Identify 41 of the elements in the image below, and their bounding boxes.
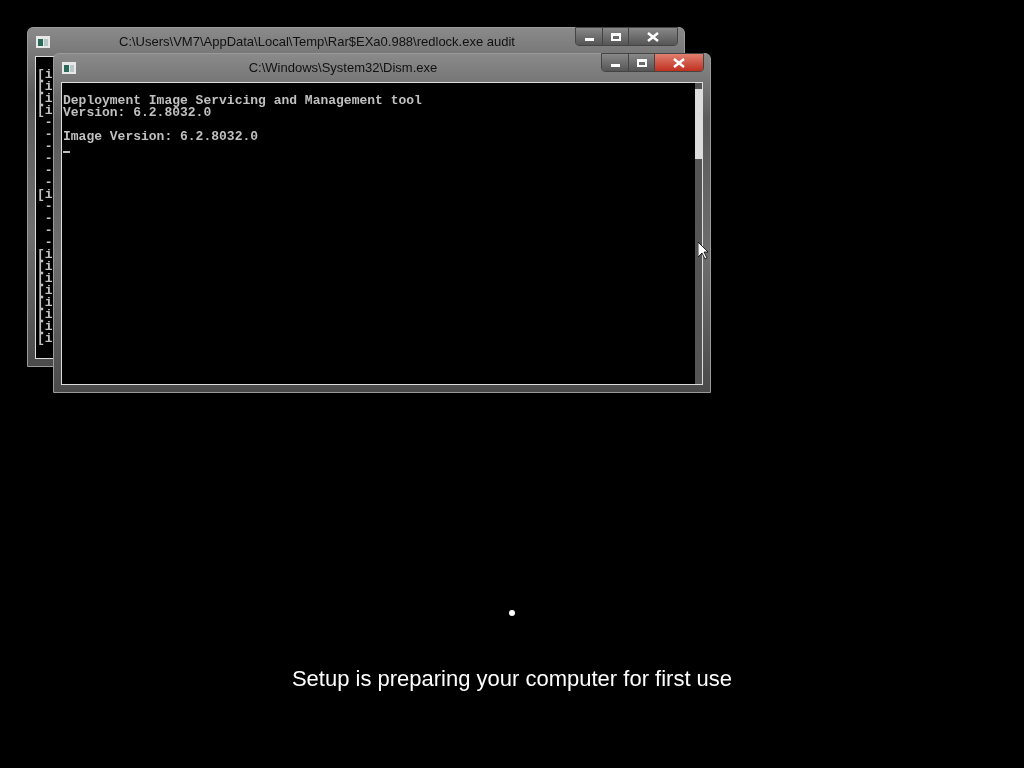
console-line: - [43, 153, 53, 165]
console-line: [i [37, 273, 53, 285]
console-line: [i [37, 261, 53, 273]
console-app-icon [36, 36, 50, 48]
maximize-button[interactable] [603, 28, 629, 45]
minimize-button[interactable] [602, 54, 629, 71]
close-icon[interactable] [673, 57, 685, 68]
maximize-button[interactable] [629, 54, 655, 71]
setup-message: Setup is preparing your computer for first use [291, 665, 733, 693]
console-line: [i [37, 93, 53, 105]
console-line: - [44, 237, 53, 249]
console-line: Image Version: 6.2.8032.0 [63, 131, 259, 143]
console-line: [i [37, 321, 53, 333]
console-line: [i [37, 297, 53, 309]
console-line: - [44, 117, 53, 129]
text-cursor [63, 151, 70, 153]
console-line: Version: 6.2.8032.0 [63, 107, 212, 119]
console-line: Deployment Image Servicing and Management tool [63, 95, 422, 107]
console-line: - [44, 177, 53, 189]
window-title: C:\Windows\System32\Dism.exe [248, 59, 438, 78]
scrollbar[interactable] [695, 83, 702, 384]
window-title: C:\Users\VM7\AppData\Local\Temp\Rar$EXa0.988\redlock.exe audit [119, 33, 515, 52]
minimize-button[interactable] [576, 28, 603, 45]
close-icon[interactable] [647, 31, 659, 42]
close-button[interactable] [655, 54, 703, 71]
console-line: - [43, 129, 53, 141]
close-button[interactable] [629, 28, 677, 45]
console-line: [i [37, 69, 53, 81]
console-line: [i [37, 333, 53, 345]
console-line: [i [37, 189, 53, 201]
console-line: [i [37, 309, 53, 321]
console-line: - [43, 213, 53, 225]
console-app-icon [62, 62, 76, 74]
console-line: - [44, 201, 53, 213]
console-line: - [43, 165, 53, 177]
console-line: - [43, 141, 53, 153]
console-line: [i [37, 105, 53, 117]
console-line: [i [37, 81, 53, 93]
console-line: - [43, 225, 53, 237]
console-line: [i [37, 285, 53, 297]
console-line: [i [37, 249, 53, 261]
